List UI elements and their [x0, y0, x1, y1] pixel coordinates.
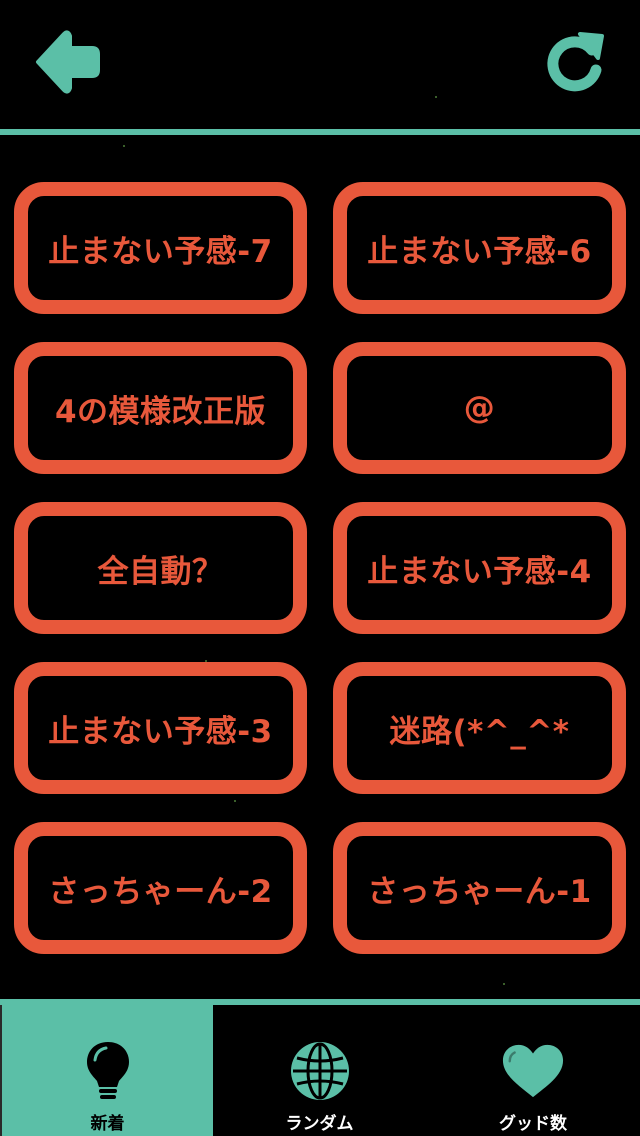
tile-label: 全自動？: [97, 553, 224, 590]
refresh-icon: [547, 32, 604, 92]
heart-icon: [501, 1039, 565, 1103]
tab-new[interactable]: 新着: [0, 1005, 213, 1136]
tile-label: 4の模様改正版: [54, 393, 267, 430]
lightbulb-icon: [76, 1039, 140, 1103]
tile-item[interactable]: 止まない予感-3: [14, 662, 307, 794]
content-grid: 止まない予感-7 止まない予感-6 4の模様改正版 @ 全自動？ 止まない予感-…: [14, 182, 626, 954]
tile-label: @: [463, 390, 496, 426]
tab-random-label: ランダム: [285, 1114, 354, 1134]
tile-item[interactable]: 迷路(*^_^*: [333, 662, 626, 794]
tile-item[interactable]: 4の模様改正版: [14, 342, 307, 474]
tile-item[interactable]: 止まない予感-6: [333, 182, 626, 314]
header-divider: [0, 129, 640, 135]
tile-item[interactable]: さっちゃーん-2: [14, 822, 307, 954]
tile-label: 止まない予感-6: [367, 233, 592, 270]
tile-label: さっちゃーん-1: [367, 873, 592, 910]
background-speck: [123, 145, 125, 147]
globe-icon: [288, 1039, 352, 1103]
arrow-left-icon: [36, 30, 100, 94]
tile-label: 止まない予感-4: [367, 553, 592, 590]
tile-label: 止まない予感-3: [48, 713, 273, 750]
tile-item[interactable]: 止まない予感-4: [333, 502, 626, 634]
app-screen: 止まない予感-7 止まない予感-6 4の模様改正版 @ 全自動？ 止まない予感-…: [0, 0, 640, 1136]
tile-item[interactable]: @: [333, 342, 626, 474]
tile-item[interactable]: 全自動？: [14, 502, 307, 634]
tile-item[interactable]: さっちゃーん-1: [333, 822, 626, 954]
tab-new-label: 新着: [90, 1114, 125, 1134]
tile-item[interactable]: 止まない予感-7: [14, 182, 307, 314]
top-toolbar: [0, 0, 640, 130]
tile-label: 止まない予感-7: [48, 233, 273, 270]
tab-random[interactable]: ランダム: [213, 1005, 426, 1136]
tab-good-count[interactable]: グッド数: [426, 1005, 640, 1136]
tab-good-count-label: グッド数: [499, 1114, 567, 1134]
bottom-tab-bar: 新着 ランダム グッド数: [0, 1005, 640, 1136]
background-speck: [503, 983, 505, 985]
tile-label: さっちゃーん-2: [48, 873, 273, 910]
back-button[interactable]: [30, 28, 106, 96]
refresh-button[interactable]: [540, 30, 608, 98]
tile-label: 迷路(*^_^*: [389, 713, 570, 750]
